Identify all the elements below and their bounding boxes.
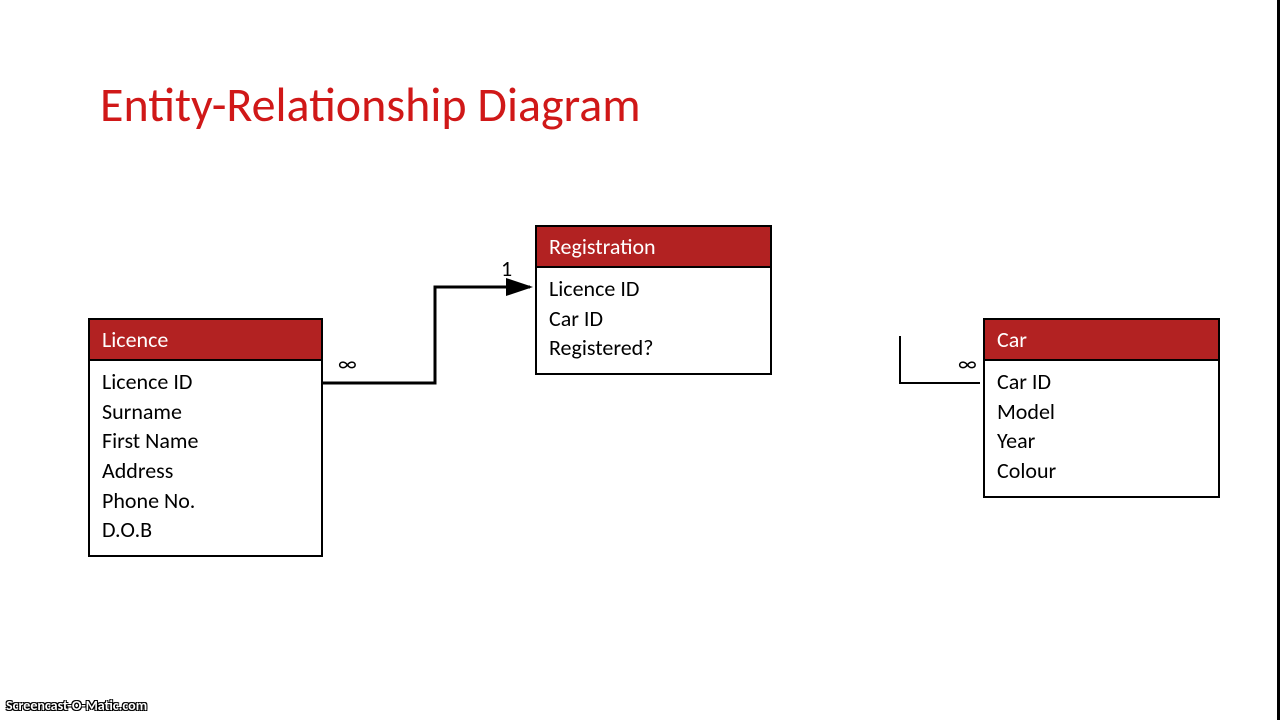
entity-registration-body: Licence ID Car ID Registered? [537,268,770,373]
cardinality-registration: 1 [501,255,512,282]
slide-title: Entity-Relationship Diagram [100,75,641,134]
entity-licence-header: Licence [90,320,321,361]
entity-attr: Car ID [549,304,758,334]
entity-licence: Licence Licence ID Surname First Name Ad… [88,318,323,557]
entity-car-header: Car [985,320,1218,361]
entity-attr: Phone No. [102,486,309,516]
entity-attr: Licence ID [549,274,758,304]
entity-attr: Licence ID [102,367,309,397]
entity-attr: Colour [997,456,1206,486]
watermark: Screencast-O-Matic.com [6,697,147,714]
entity-attr: Car ID [997,367,1206,397]
cardinality-car: ∞ [958,350,977,377]
entity-car-body: Car ID Model Year Colour [985,361,1218,496]
entity-registration: Registration Licence ID Car ID Registere… [535,225,772,375]
entity-attr: D.O.B [102,515,309,545]
cardinality-licence: ∞ [338,350,357,377]
entity-attr: Surname [102,397,309,427]
entity-attr: Model [997,397,1206,427]
entity-attr: Year [997,426,1206,456]
entity-attr: First Name [102,426,309,456]
entity-licence-body: Licence ID Surname First Name Address Ph… [90,361,321,555]
entity-car: Car Car ID Model Year Colour [983,318,1220,498]
entity-attr: Address [102,456,309,486]
entity-registration-header: Registration [537,227,770,268]
entity-attr: Registered? [549,333,758,363]
